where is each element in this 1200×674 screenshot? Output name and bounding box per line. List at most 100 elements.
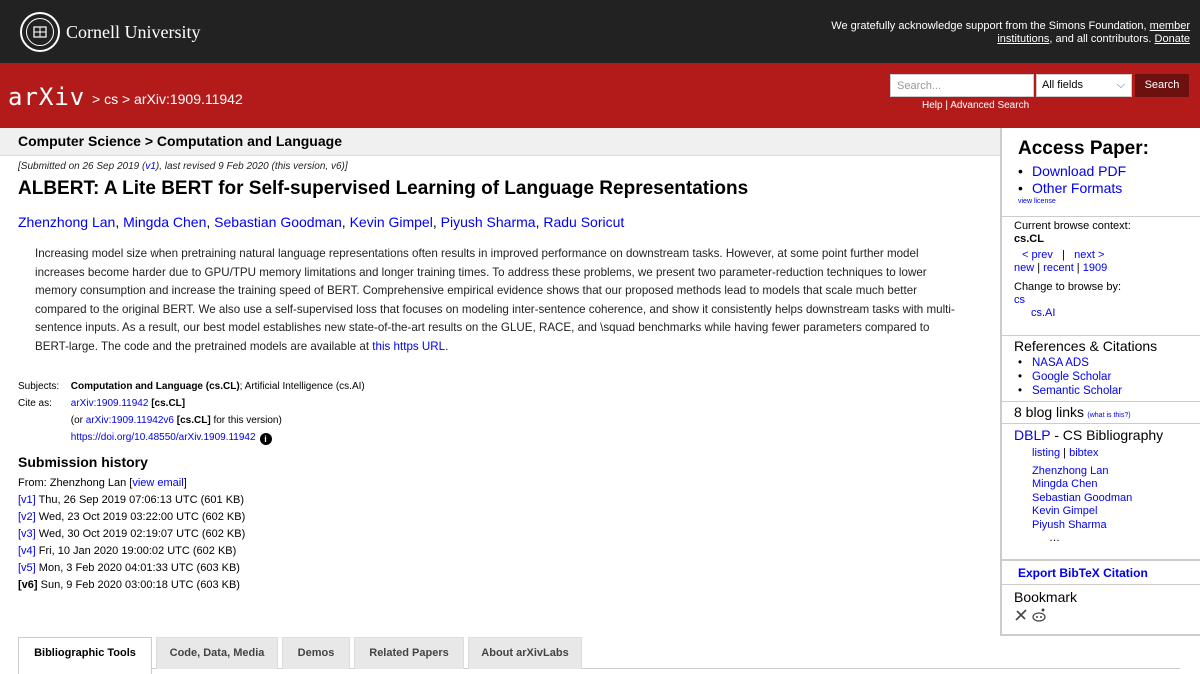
dblp-bibtex-link[interactable]: bibtex [1069, 447, 1098, 459]
support-text: We gratefully acknowledge support from t… [831, 20, 1150, 32]
what-is-this-link[interactable]: (what is this?) [1087, 412, 1130, 419]
dblp-author-link[interactable]: Zhenzhong Lan [1032, 465, 1108, 477]
cite-v6-rest: for this version) [210, 415, 282, 426]
primary-subject: Computation and Language (cs.CL) [70, 381, 240, 392]
version-link[interactable]: [v1] [18, 494, 36, 506]
cite-version-row: (or arXiv:1909.11942v6 [cs.CL] for this … [18, 412, 365, 429]
download-pdf-link[interactable]: Download PDF [1032, 163, 1126, 179]
version-link[interactable]: [v2] [18, 511, 36, 523]
export-bibtex-link[interactable]: Export BibTeX Citation [1018, 566, 1148, 580]
cite-tag: [cs.CL] [151, 398, 186, 409]
bookmark-title: Bookmark [1014, 589, 1078, 605]
bookmark-section: Bookmark [1002, 584, 1200, 634]
google-scholar-link[interactable]: Google Scholar [1032, 371, 1111, 383]
help-links: Help | Advanced Search [922, 100, 1030, 111]
search-button[interactable]: Search [1135, 74, 1189, 97]
cornell-seal-icon[interactable] [20, 12, 60, 52]
version-date: Wed, 23 Oct 2019 03:22:00 UTC (602 KB) [35, 511, 246, 523]
history-from-end: ] [183, 477, 187, 489]
abstract-text: Increasing model size when pretraining n… [35, 247, 955, 353]
arxiv-header: arXiv > cs > arXiv:1909.11942 Search... … [0, 63, 1200, 128]
search-field-select[interactable]: All fields ⌵ [1036, 74, 1132, 97]
submission-history-title: Submission history [18, 454, 148, 470]
author-link[interactable]: Kevin Gimpel [350, 214, 433, 230]
history-row: [v6] Sun, 9 Feb 2020 03:00:18 UTC (603 K… [18, 577, 245, 594]
info-icon[interactable]: i [259, 433, 272, 445]
doi-link[interactable]: https://doi.org/10.48550/arXiv.1909.1194… [71, 432, 256, 443]
version-date: Sun, 9 Feb 2020 03:00:18 UTC (603 KB) [37, 579, 240, 591]
bibsonomy-icon[interactable] [1014, 609, 1031, 625]
view-email-link[interactable]: view email [132, 477, 183, 489]
dblp-subtitle: - CS Bibliography [1050, 427, 1164, 443]
donate-link[interactable]: Donate [1155, 33, 1190, 45]
tab-about-arxivlabs[interactable]: About arXivLabs [468, 637, 582, 669]
author-link[interactable]: Zhenzhong Lan [18, 214, 115, 230]
cornell-banner: Cornell University We gratefully acknowl… [0, 0, 1200, 63]
tab-bibliographic-tools[interactable]: Bibliographic Tools [18, 637, 152, 674]
dateline-v1-link[interactable]: v1 [145, 161, 156, 172]
blog-links-link[interactable]: 8 blog links [1014, 404, 1084, 420]
reddit-icon[interactable] [1031, 608, 1047, 625]
version-date: Mon, 3 Feb 2020 04:01:33 UTC (603 KB) [35, 562, 240, 574]
dblp-author-link[interactable]: Sebastian Goodman [1032, 492, 1132, 504]
version-link[interactable]: [v4] [18, 545, 36, 557]
current-version: [v6] [18, 579, 38, 591]
recent-link[interactable]: recent [1043, 262, 1074, 274]
cornell-wordmark[interactable]: Cornell University [66, 22, 200, 43]
dblp-more: … [1049, 532, 1060, 545]
browse-cs-link[interactable]: cs [1014, 294, 1025, 306]
year-link[interactable]: 1909 [1083, 262, 1107, 274]
version-link[interactable]: [v5] [18, 562, 36, 574]
dblp-author-link[interactable]: Piyush Sharma [1032, 519, 1107, 531]
change-browse-label: Change to browse by: [1014, 281, 1122, 293]
breadcrumb-paper-id: arXiv:1909.11942 [134, 91, 243, 107]
help-link[interactable]: Help [922, 100, 943, 111]
prev-link[interactable]: < prev [1022, 249, 1053, 261]
search-field-value: All fields [1042, 79, 1083, 91]
cite-v6-link[interactable]: arXiv:1909.11942v6 [86, 415, 174, 426]
support-message: We gratefully acknowledge support from t… [830, 20, 1190, 46]
tab-related-papers[interactable]: Related Papers [354, 637, 464, 669]
author-link[interactable]: Piyush Sharma [441, 214, 536, 230]
search-input[interactable]: Search... [890, 74, 1034, 97]
pipe-sep: | [1062, 249, 1065, 261]
subjects-row: Subjects: Computation and Language (cs.C… [18, 378, 365, 395]
tab-code-data-media[interactable]: Code, Data, Media [156, 637, 278, 669]
dblp-link[interactable]: DBLP [1014, 427, 1050, 443]
author-link[interactable]: Sebastian Goodman [214, 214, 342, 230]
new-link[interactable]: new [1014, 262, 1034, 274]
paper-title: ALBERT: A Lite BERT for Self-supervised … [18, 178, 749, 199]
references-title: References & Citations [1014, 338, 1158, 354]
dblp-author-link[interactable]: Mingda Chen [1032, 478, 1097, 490]
author-link[interactable]: Mingda Chen [123, 214, 206, 230]
main-content: Computer Science > Computation and Langu… [0, 128, 1000, 674]
dblp-author-link[interactable]: Kevin Gimpel [1032, 505, 1097, 517]
browse-context-label: Current browse context: [1014, 220, 1131, 232]
nasa-ads-link[interactable]: NASA ADS [1032, 357, 1089, 369]
cite-id-link[interactable]: arXiv:1909.11942 [71, 398, 149, 409]
doi-row: https://doi.org/10.48550/arXiv.1909.1194… [18, 429, 365, 446]
tab-demos[interactable]: Demos [282, 637, 350, 669]
semantic-scholar-link[interactable]: Semantic Scholar [1032, 385, 1122, 397]
arxiv-logo[interactable]: arXiv [8, 83, 85, 111]
dblp-listing-link[interactable]: listing [1032, 447, 1060, 459]
browse-csai-link[interactable]: cs.AI [1031, 307, 1055, 319]
references-section: References & Citations NASA ADS Google S… [1002, 335, 1200, 401]
next-link[interactable]: next > [1074, 249, 1104, 261]
advanced-search-link[interactable]: Advanced Search [950, 100, 1029, 111]
history-row: [v4] Fri, 10 Jan 2020 19:00:02 UTC (602 … [18, 543, 245, 560]
version-date: Wed, 30 Oct 2019 02:19:07 UTC (602 KB) [35, 528, 246, 540]
view-license-link[interactable]: view license [1018, 198, 1056, 205]
breadcrumb-sep: > [121, 91, 131, 107]
cite-v6-tag: [cs.CL] [176, 415, 211, 426]
browse-context-value: cs.CL [1014, 233, 1044, 245]
blog-links-section: 8 blog links (what is this?) [1002, 401, 1200, 423]
other-formats-link[interactable]: Other Formats [1032, 180, 1122, 196]
author-link[interactable]: Radu Soricut [543, 214, 624, 230]
history-from-text: From: Zhenzhong Lan [ [18, 477, 133, 489]
author-list: Zhenzhong Lan, Mingda Chen, Sebastian Go… [18, 214, 625, 230]
version-link[interactable]: [v3] [18, 528, 36, 540]
code-url-link[interactable]: this https URL [372, 340, 445, 353]
breadcrumb-cs[interactable]: cs [104, 91, 118, 107]
subjects-label: Subjects: [18, 381, 60, 392]
